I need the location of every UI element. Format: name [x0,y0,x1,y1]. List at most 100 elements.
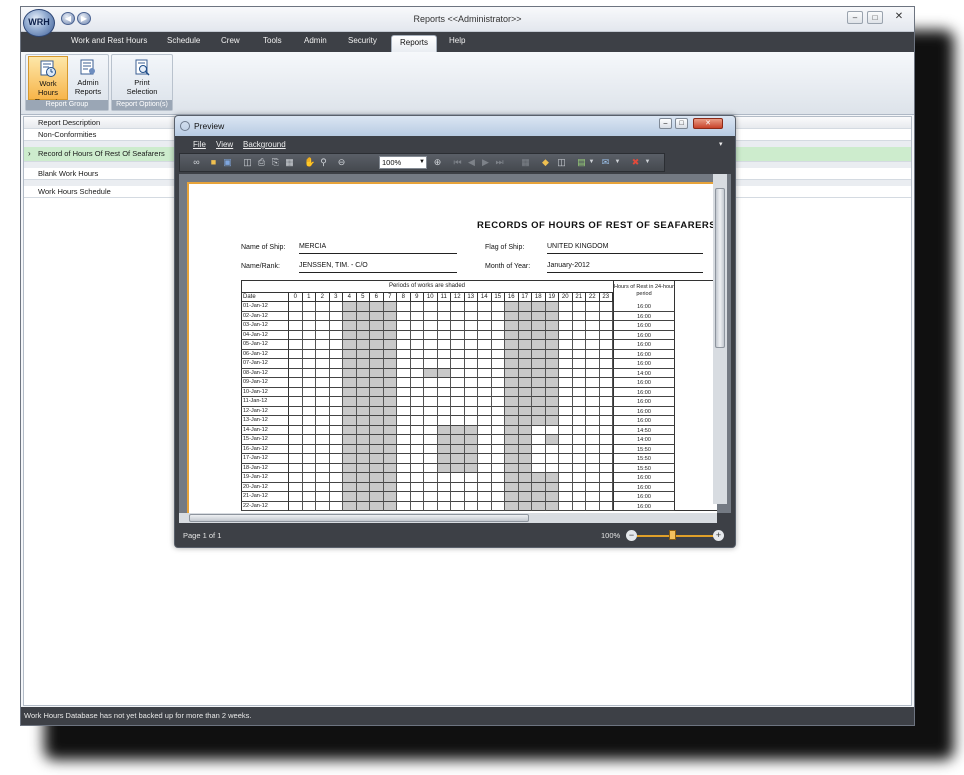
rest-period-cell [424,321,438,331]
rest-period-cell [491,406,505,416]
zoom-in-icon[interactable]: ⊕ [432,157,443,168]
work-period-cell [383,463,397,473]
email-dropdown-icon[interactable]: ▼ [612,157,623,168]
tab-security[interactable]: Security [348,36,377,45]
multiple-pages-icon[interactable]: ▦ [520,157,531,168]
preview-minimize-button[interactable]: – [659,118,672,129]
rest-period-cell [437,387,451,397]
toolbar-dropdown-icon[interactable]: ▼ [642,157,653,168]
row-date: 15-Jan-12 [241,435,289,445]
rest-period-cell [572,330,586,340]
rest-period-cell [451,501,465,511]
rest-period-cell [491,387,505,397]
menu-overflow-icon[interactable]: ▾ [719,140,723,148]
save-icon[interactable]: ▣ [222,157,233,168]
work-period-cell [356,482,370,492]
zoom-slider-thumb[interactable] [669,530,676,540]
quick-print-icon[interactable]: ⎘ [270,157,281,168]
work-period-cell [464,454,478,464]
rest-period-cell [451,482,465,492]
tab-reports[interactable]: Reports [391,35,438,52]
next-page-icon[interactable]: ▶ [480,157,491,168]
zoom-in-button[interactable]: + [713,530,724,541]
zoom-slider[interactable] [637,535,717,537]
month-year-label: Month of Year: [485,263,531,270]
rest-period-cell [599,444,613,454]
magnifier-icon[interactable]: ⚲ [318,157,329,168]
rest-period-cell [464,359,478,369]
tab-help[interactable]: Help [449,36,465,45]
menu-view[interactable]: View [216,140,233,149]
rest-period-cell [451,492,465,502]
color-icon[interactable]: ◆ [540,157,551,168]
rest-period-cell [572,368,586,378]
vertical-scrollbar[interactable] [713,174,727,504]
horizontal-scrollbar[interactable] [179,513,717,523]
previous-page-icon[interactable]: ◀ [466,157,477,168]
work-period-cell [370,492,384,502]
first-page-icon[interactable]: ⏮ [452,157,463,168]
work-period-cell [545,482,559,492]
rest-period-cell [316,397,330,407]
rest-period-cell [424,425,438,435]
rest-period-cell [316,368,330,378]
hand-tool-icon[interactable]: ✋ [304,157,315,168]
close-button[interactable]: ✕ [891,11,907,24]
tab-work-and-rest-hours[interactable]: Work and Rest Hours [71,36,147,45]
work-period-cell [383,302,397,312]
row-rest-hours: 16:00 [613,321,675,331]
zoom-select[interactable]: 100% ▼ [379,156,427,169]
rest-period-cell [451,473,465,483]
export-dropdown-icon[interactable]: ▼ [586,157,597,168]
tab-admin[interactable]: Admin [304,36,327,45]
scale-icon[interactable]: ▦ [284,157,295,168]
work-period-cell [343,349,357,359]
open-icon[interactable]: ■ [208,157,219,168]
app-menu-orb[interactable]: WRH [23,9,55,37]
preview-toolbar: ∞ ■ ▣ ◫ ⎙ ⎘ ▦ ✋ ⚲ ⊖ 100% ▼ ⊕ ⏮ ◀ ▶ ⏭ ▦ ◆ … [179,153,665,172]
rest-period-cell [559,302,573,312]
horizontal-scroll-thumb[interactable] [189,514,529,522]
email-icon[interactable]: ✉ [600,157,611,168]
zoom-out-icon[interactable]: ⊖ [336,157,347,168]
work-period-cell [343,492,357,502]
rest-period-cell [586,406,600,416]
rest-period-cell [316,444,330,454]
rest-period-cell [302,425,316,435]
document-view[interactable]: RECORDS OF HOURS OF REST OF SEAFARERS Na… [179,174,731,513]
maximize-button[interactable]: □ [867,11,883,24]
vertical-scroll-thumb[interactable] [715,188,725,348]
hour-label: 15 [491,293,505,302]
menu-background[interactable]: Background [243,140,286,149]
report-page: RECORDS OF HOURS OF REST OF SEAFARERS Na… [187,182,717,513]
tab-crew[interactable]: Crew [221,36,240,45]
print-selection-button[interactable]: Print Selection [122,56,162,100]
preview-maximize-button[interactable]: □ [675,118,688,129]
find-icon[interactable]: ∞ [191,157,202,168]
menu-file[interactable]: File [193,140,206,149]
tab-tools[interactable]: Tools [263,36,282,45]
rest-period-cell [316,473,330,483]
last-page-icon[interactable]: ⏭ [494,157,505,168]
print-icon[interactable]: ⎙ [256,157,267,168]
row-date: 02-Jan-12 [241,311,289,321]
rest-period-cell [464,482,478,492]
work-period-cell [437,425,451,435]
work-period-cell [518,387,532,397]
rest-period-cell [410,359,424,369]
close-preview-icon[interactable]: ✖ [630,157,641,168]
work-period-cell [518,463,532,473]
work-period-cell [505,501,519,511]
page-setup-icon[interactable]: ◫ [242,157,253,168]
zoom-out-button[interactable]: − [626,530,637,541]
tab-schedule[interactable]: Schedule [167,36,200,45]
rest-period-cell [397,368,411,378]
admin-reports-button[interactable]: Admin Reports [68,56,108,100]
watermark-icon[interactable]: ◫ [556,157,567,168]
work-hours-reports-button[interactable]: Work Hours Reports [28,56,68,106]
preview-close-button[interactable]: ✕ [693,118,723,129]
work-period-cell [532,482,546,492]
minimize-button[interactable]: – [847,11,863,24]
ship-flag-value: UNITED KINGDOM [547,243,703,254]
hour-label: 6 [370,293,384,302]
